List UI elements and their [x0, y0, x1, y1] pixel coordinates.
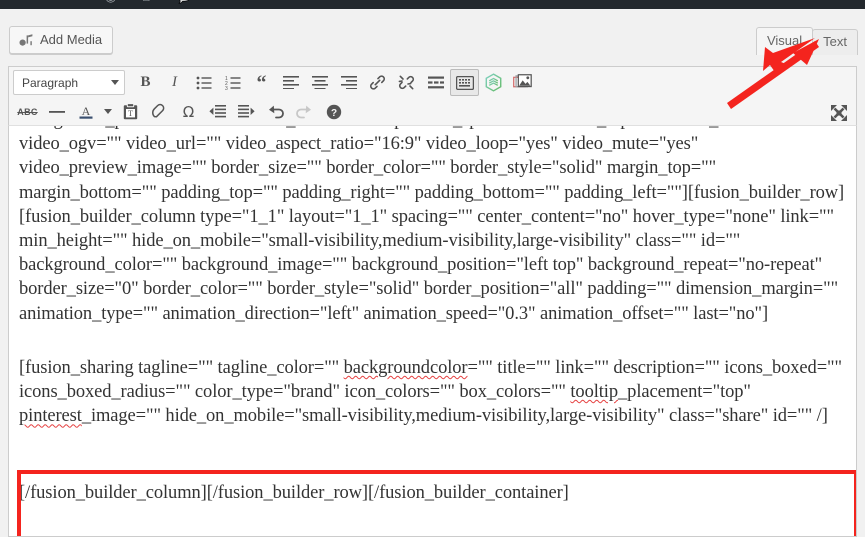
plus-icon[interactable]: + [218, 0, 226, 3]
strikethrough-icon: ABC [17, 106, 38, 117]
decrease-indent-button[interactable] [203, 98, 232, 125]
align-right-button[interactable] [334, 69, 363, 96]
misspelled-word: pinterest [19, 406, 82, 427]
strikethrough-button[interactable]: ABC [13, 98, 42, 125]
undo-button[interactable] [261, 98, 290, 125]
home-icon[interactable]: ⌂ [142, 0, 150, 3]
increase-indent-button[interactable] [232, 98, 261, 125]
add-media-label: Add Media [40, 32, 103, 47]
fusion-builder-button[interactable] [479, 69, 508, 96]
content-line: padding_top="" padding_right="" padding_… [161, 182, 845, 203]
align-left-icon [282, 76, 299, 89]
misspelled-word: tooltip [570, 382, 619, 403]
paste-text-icon: T [123, 103, 138, 120]
format-select-value: Paragraph [22, 75, 79, 90]
format-select[interactable]: Paragraph [13, 70, 125, 95]
toolbar-toggle-button[interactable] [450, 69, 479, 96]
bulleted-list-button[interactable] [189, 69, 218, 96]
redo-arrow-icon [296, 105, 311, 119]
bold-button[interactable]: B [131, 69, 160, 96]
svg-text:T: T [128, 109, 133, 118]
admin-bar-icons: ◉ ⌂ 💬 + [105, 0, 226, 3]
post-editor: Add Media Visual Text Paragraph B I 1 2 … [0, 9, 865, 537]
align-center-icon [311, 76, 328, 89]
fullscreen-icon [830, 104, 847, 121]
undo-arrow-icon [269, 105, 284, 119]
tinymce-toolbar: Paragraph B I 123 “ ABC A T Ω ? [8, 66, 857, 127]
text-color-button[interactable]: A [71, 98, 100, 125]
content-line: video_ogv="" video_url="" video_aspect_r… [19, 134, 699, 155]
content-text: [fusion_sharing tagline="" tagline_color… [19, 358, 344, 378]
tab-text[interactable]: Text [812, 29, 858, 55]
text-color-dropdown[interactable] [100, 98, 116, 125]
read-more-icon [427, 76, 444, 89]
toolbar-row-2: ABC A T Ω ? [9, 96, 856, 127]
help-question-icon: ? [326, 104, 341, 119]
horizontal-rule-icon [48, 110, 65, 113]
content-text: _placement="top" [618, 382, 751, 403]
align-right-icon [340, 76, 357, 89]
outdent-icon [209, 105, 226, 118]
paste-as-text-button[interactable]: T [116, 98, 145, 125]
insert-link-button[interactable] [363, 69, 392, 96]
remove-link-button[interactable] [392, 69, 421, 96]
chevron-down-icon [111, 80, 119, 85]
svg-text:3: 3 [225, 86, 228, 90]
editor-content-area[interactable]: background_parallax="none" enable_mobile… [8, 125, 857, 537]
content-text: icons_boxed_radius="" color_type="brand"… [19, 382, 571, 403]
bulleted-list-icon [196, 76, 211, 89]
content-text: ="" title="" link="" description="" icon… [467, 358, 842, 378]
misspelled-word: backgroundcolor [343, 358, 468, 378]
numbered-list-icon: 123 [225, 76, 240, 90]
content-line: min_height="" hide_on_mobile="small-visi… [19, 231, 741, 252]
align-center-button[interactable] [305, 69, 334, 96]
shortcode-paragraph-closing[interactable]: [/fusion_builder_column][/fusion_builder… [19, 481, 846, 505]
fusion-gallery-button[interactable] [508, 69, 537, 96]
eraser-icon [152, 103, 165, 118]
italic-icon: I [172, 74, 177, 90]
add-media-button[interactable]: Add Media [9, 26, 114, 54]
indent-icon [238, 105, 255, 118]
svg-text:A: A [81, 104, 90, 118]
fullscreen-button[interactable] [824, 99, 853, 126]
blockquote-icon: “ [256, 71, 267, 94]
hexagon-icon [485, 73, 502, 92]
editor-mode-tabs: Visual Text [755, 27, 858, 55]
blockquote-button[interactable]: “ [247, 69, 276, 96]
svg-text:?: ? [330, 108, 336, 119]
keyboard-shortcuts-button[interactable]: ? [319, 98, 348, 125]
content-line: [fusion_builder_column type="1_1" layout… [19, 206, 834, 227]
content-line: background_parallax="none" enable_mobile… [19, 126, 788, 130]
wp-admin-bar: ◉ ⌂ 💬 + [0, 0, 865, 9]
content-line: border_size="0" border_color="" border_s… [19, 279, 839, 300]
gallery-images-icon [513, 74, 532, 88]
chevron-down-icon [104, 109, 112, 114]
wordpress-logo-icon[interactable]: ◉ [105, 0, 116, 3]
media-buttons-row: Add Media [9, 26, 114, 56]
text-color-icon: A [79, 104, 92, 119]
link-icon [370, 75, 385, 90]
horizontal-rule-button[interactable] [42, 98, 71, 125]
italic-button[interactable]: I [160, 69, 189, 96]
shortcode-paragraph-container[interactable]: background_parallax="none" enable_mobile… [19, 126, 846, 326]
content-text: _image="" hide_on_mobile="small-visibili… [81, 406, 828, 427]
kitchen-sink-icon [455, 75, 474, 90]
broken-link-icon [398, 75, 415, 90]
clear-formatting-button[interactable] [145, 98, 174, 125]
special-character-button[interactable]: Ω [174, 98, 203, 125]
omega-icon: Ω [182, 102, 195, 121]
comment-bubble-icon[interactable]: 💬 [176, 0, 192, 3]
numbered-list-button[interactable]: 123 [218, 69, 247, 96]
bold-icon: B [140, 74, 151, 90]
toolbar-row-1: Paragraph B I 123 “ [9, 67, 856, 98]
tab-visual[interactable]: Visual [755, 27, 814, 55]
content-line: background_color="" background_image="" … [19, 255, 823, 276]
redo-button[interactable] [290, 98, 319, 125]
content-line: animation_type="" animation_direction="l… [19, 303, 769, 324]
media-icon [18, 32, 34, 48]
align-left-button[interactable] [276, 69, 305, 96]
read-more-button[interactable] [421, 69, 450, 96]
shortcode-paragraph-sharing[interactable]: [fusion_sharing tagline="" tagline_color… [19, 356, 846, 429]
